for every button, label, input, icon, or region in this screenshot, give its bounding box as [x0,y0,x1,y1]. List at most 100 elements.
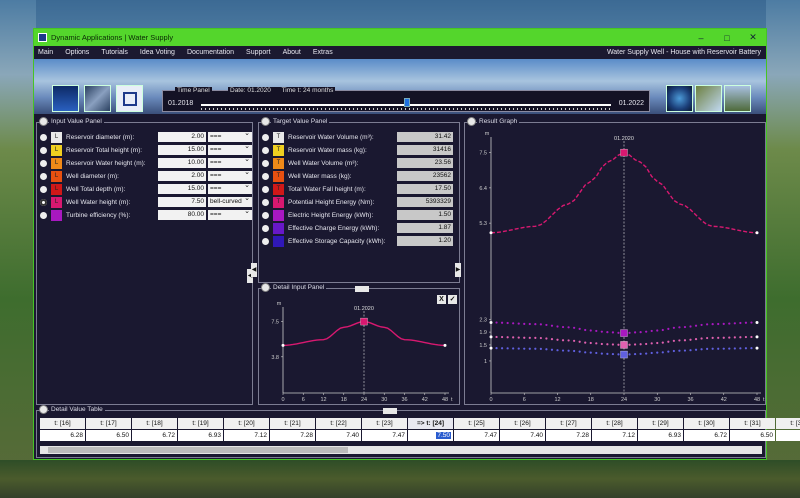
target-label: Electric Height Energy (kWh): [288,211,374,219]
table-value-cell[interactable]: 7.40 [500,430,545,441]
target-radio[interactable] [262,224,269,232]
input-label: Reservoir Water height (m): [66,159,146,167]
time-slider-thumb[interactable] [404,98,410,107]
target-radio[interactable] [262,159,269,167]
minimize-button[interactable]: – [688,29,714,46]
input-value-field[interactable]: 2.00 [158,171,206,181]
table-value-cell[interactable]: 6.72 [684,430,729,441]
table-header-cell: t: [27] [546,418,591,429]
close-button[interactable]: ✕ [740,29,766,46]
input-radio[interactable] [40,146,47,154]
collapse-up-icon[interactable] [383,408,397,414]
series-point [528,336,531,339]
expand-right-arrow-icon[interactable]: ▶ [455,263,461,277]
detail-input-chart[interactable]: m t 0 6 12 18 24 30 36 42 48 3.8 7.5 01.2020 [259,289,459,405]
input-value-field[interactable]: 15.00 [158,184,206,194]
menu-idea-voting[interactable]: Idea Voting [140,49,175,56]
table-value-selected[interactable]: 7.50 [436,432,451,439]
target-value: 1.50 [397,210,453,220]
current-value-marker [620,329,628,337]
target-row: T Total Water Fall height (m): 17.50 [262,183,456,195]
input-mode-select[interactable]: === [208,142,252,155]
thumb-reservoir-icon[interactable] [52,85,79,112]
table-value-cell[interactable]: 7.47 [454,430,499,441]
table-header-cell: t: [21] [270,418,315,429]
input-mode-select[interactable]: bell-curved [208,194,252,207]
panel-info-icon[interactable] [261,117,270,126]
time-unit: months [312,87,334,94]
table-value-cell[interactable]: 7.40 [316,430,361,441]
table-value-cell[interactable]: 7.47 [362,430,407,441]
target-radio[interactable] [262,211,269,219]
target-radio[interactable] [262,146,269,154]
input-mode-select[interactable]: === [208,207,252,220]
target-color-icon [273,209,284,221]
menu-extras[interactable]: Extras [313,49,333,56]
table-value-cell[interactable]: 7.28 [546,430,591,441]
table-value-cell[interactable]: 6.2 [776,430,800,441]
thumb-scene-icon[interactable] [724,85,751,112]
table-value-cell[interactable]: 7.28 [270,430,315,441]
target-radio[interactable] [262,172,269,180]
input-mode-select[interactable]: === [208,181,252,194]
horizontal-scrollbar[interactable] [40,446,762,454]
series-point [545,323,548,327]
series-point [617,343,620,346]
table-value-cell[interactable]: 7.50 [408,430,453,441]
table-value-cell[interactable]: 6.93 [638,430,683,441]
target-value: 1.20 [397,236,453,246]
target-color-icon: T [273,170,284,182]
target-radio[interactable] [262,237,269,245]
input-value-field[interactable]: 80.00 [158,210,206,220]
thumb-landscape-icon[interactable] [695,85,722,112]
input-value-field[interactable]: 15.00 [158,145,206,155]
input-value-field[interactable]: 7.50 [158,197,206,207]
target-radio[interactable] [262,133,269,141]
desktop-bottom [0,460,800,498]
input-mode-select[interactable]: === [208,168,252,181]
table-value-cell[interactable]: 6.93 [178,430,223,441]
input-value-field[interactable]: 2.00 [158,132,206,142]
menu-about[interactable]: About [283,49,301,56]
input-radio[interactable] [40,185,47,193]
target-radio[interactable] [262,185,269,193]
target-radio[interactable] [262,198,269,206]
input-radio[interactable] [40,172,47,180]
expand-left-arrow-icon[interactable]: ◀ [251,263,257,277]
result-chart[interactable]: m t 0 6 12 18 24 30 36 42 48 1 1.5 1.9 2.3 5.3 6.4 7.5 01.… [465,123,765,405]
input-radio[interactable] [40,159,47,167]
target-row: Electric Height Energy (kWh): 1.50 [262,209,456,221]
table-value-cell[interactable]: 7.12 [592,430,637,441]
series-point [744,335,748,339]
input-value-field[interactable]: 10.00 [158,158,206,168]
maximize-button[interactable]: □ [714,29,740,46]
table-value-cell[interactable]: 6.28 [40,430,85,441]
menu-support[interactable]: Support [246,49,271,56]
x-tick-label: 6 [523,397,526,403]
table-header-cell: t: [16] [40,418,85,429]
menu-documentation[interactable]: Documentation [187,49,234,56]
input-radio[interactable] [40,198,47,206]
menu-options[interactable]: Options [65,49,89,56]
scrollbar-thumb[interactable] [48,447,348,453]
menu-tutorials[interactable]: Tutorials [101,49,128,56]
x-tick-label: 6 [302,397,305,403]
thumb-flow-icon[interactable] [84,85,111,112]
y-tick-label: 3.8 [271,355,279,361]
input-radio[interactable] [40,211,47,219]
result-graph-panel: Result Graph m t 0 6 12 18 24 30 36 42 48 1 1.5 1.9 2.… [464,117,766,405]
thumb-frame-icon[interactable] [116,85,143,112]
input-mode-select[interactable]: === [208,155,252,168]
table-value-cell[interactable]: 6.72 [132,430,177,441]
date-value: 01.2020 [247,87,271,94]
table-value-cell[interactable]: 6.50 [730,430,775,441]
input-mode-select[interactable]: === [208,129,252,142]
menu-main[interactable]: Main [38,49,53,56]
series-point [556,338,559,341]
panel-info-icon[interactable] [39,405,48,414]
thumb-globe-icon[interactable] [666,85,693,112]
panel-info-icon[interactable] [39,117,48,126]
table-value-cell[interactable]: 7.12 [224,430,269,441]
input-radio[interactable] [40,133,47,141]
table-value-cell[interactable]: 6.50 [86,430,131,441]
